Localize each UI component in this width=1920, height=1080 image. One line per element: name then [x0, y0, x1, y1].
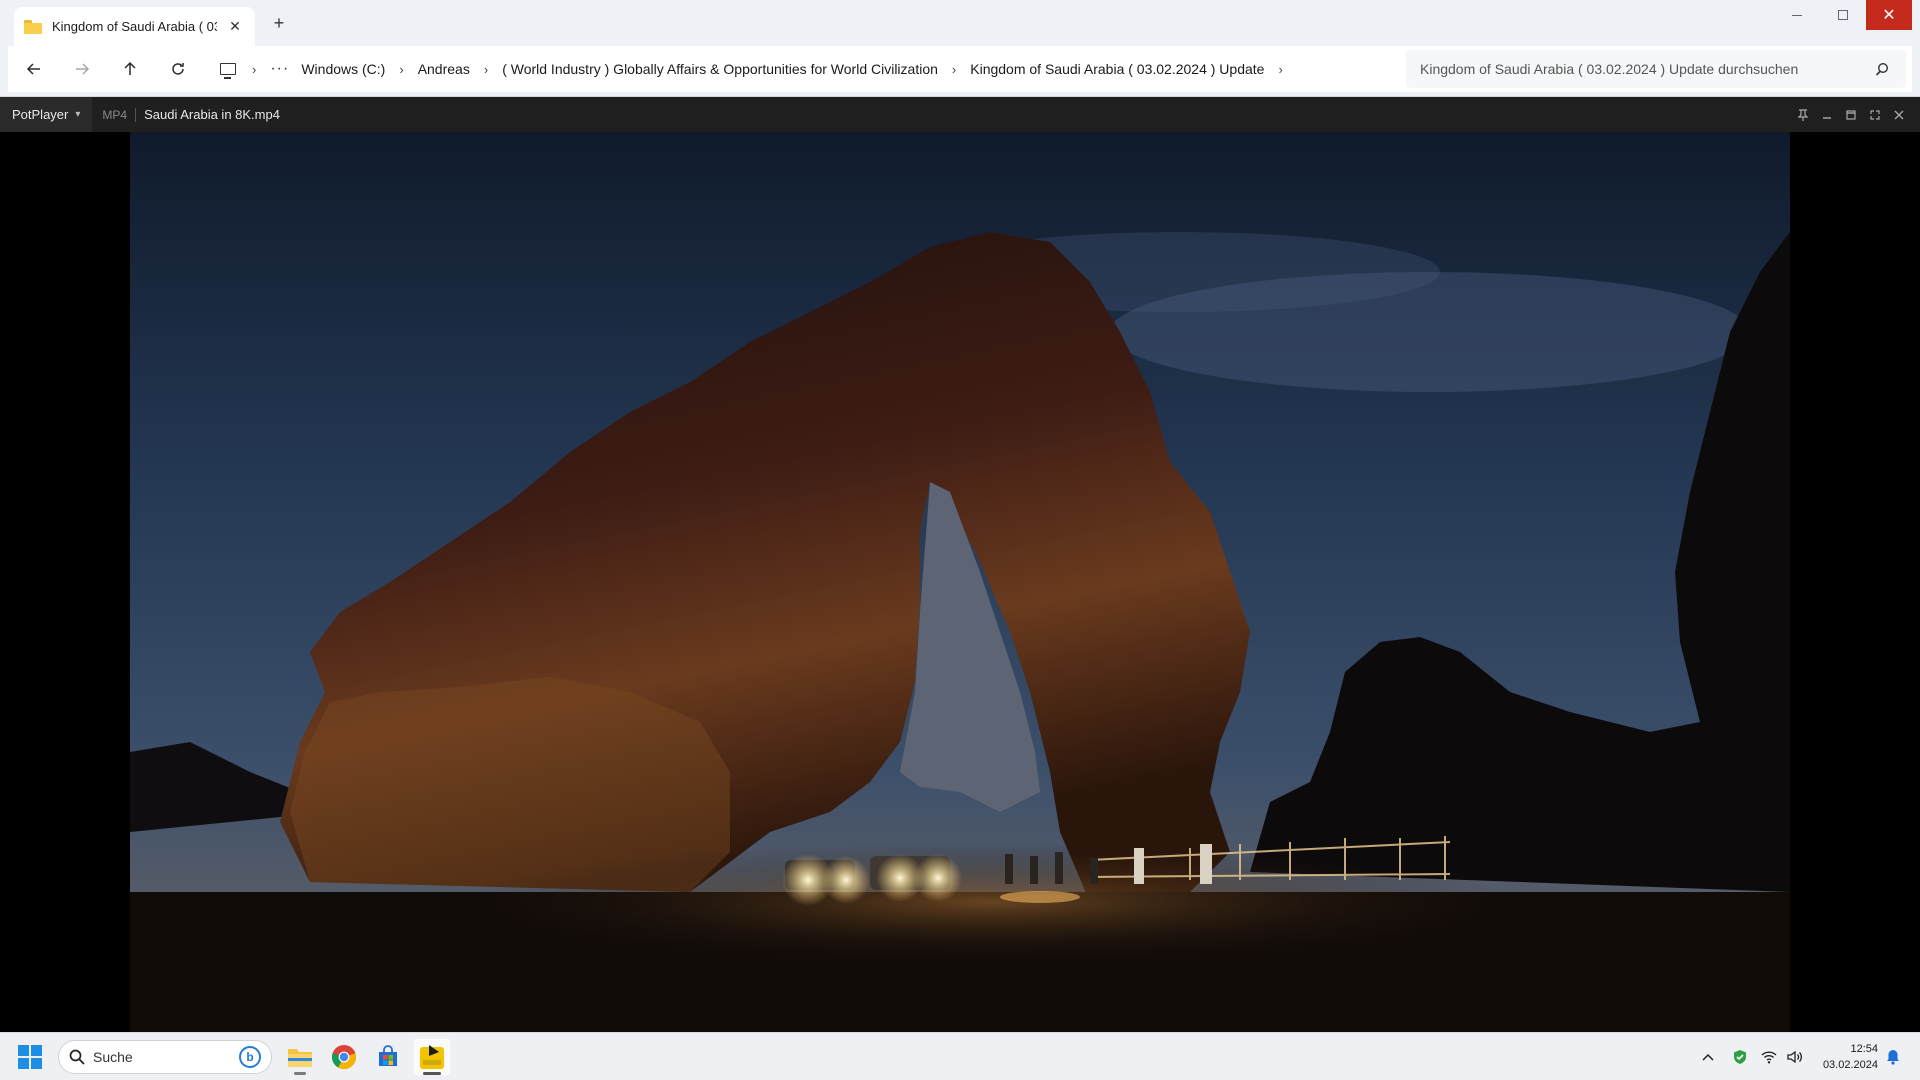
bing-icon[interactable]: b — [239, 1046, 261, 1068]
notifications-button[interactable] — [1882, 1033, 1904, 1080]
clock-date: 03.02.2024 — [1822, 1059, 1878, 1071]
file-explorer-icon — [288, 1049, 312, 1067]
taskbar-potplayer[interactable] — [414, 1039, 450, 1075]
bell-icon — [1887, 1050, 1899, 1065]
start-button[interactable] — [18, 1045, 42, 1069]
pin-on-top-button[interactable] — [1791, 97, 1815, 132]
more-crumbs-icon[interactable]: ··· — [264, 60, 295, 78]
tab-close-icon[interactable]: ✕ — [225, 18, 245, 35]
close-icon — [1894, 110, 1904, 119]
player-minimize-button[interactable] — [1815, 97, 1839, 132]
chrome-icon — [332, 1045, 356, 1069]
up-arrow-icon — [124, 61, 136, 75]
tab-kingdom-saudi-arabia[interactable]: Kingdom of Saudi Arabia ( 03.02.2024 ) U… — [14, 7, 255, 46]
folder-icon — [24, 19, 42, 34]
video-frame[interactable] — [130, 132, 1790, 1032]
potplayer-menu-button[interactable]: PotPlayer ▾ — [0, 97, 93, 132]
file-explorer-window: Kingdom of Saudi Arabia ( 03.02.2024 ) U… — [0, 0, 1920, 97]
taskbar-clock[interactable]: 12:54 03.02.2024 — [1808, 1041, 1878, 1073]
search-icon — [69, 1049, 85, 1065]
windows-logo-icon — [18, 1045, 29, 1056]
video-scene — [130, 132, 1790, 1032]
this-pc-icon[interactable] — [220, 63, 236, 79]
minimize-icon — [1792, 14, 1802, 16]
breadcrumb-item-drive[interactable]: Windows (C:) — [295, 61, 391, 77]
chevron-right-icon[interactable]: › — [944, 62, 964, 77]
chevron-up-icon — [1702, 1053, 1714, 1061]
speaker-icon — [1787, 1050, 1802, 1064]
taskbar-chrome[interactable] — [326, 1039, 362, 1075]
player-close-button[interactable] — [1887, 97, 1911, 132]
chevron-right-icon[interactable]: › — [476, 62, 496, 77]
store-icon — [379, 1045, 397, 1066]
minimize-button[interactable] — [1774, 0, 1820, 30]
breadcrumb-item-current-folder[interactable]: Kingdom of Saudi Arabia ( 03.02.2024 ) U… — [964, 61, 1270, 77]
potplayer-window: PotPlayer ▾ MP4 Saudi Arabia in 8K.mp4 — [0, 97, 1920, 1032]
chevron-right-icon[interactable]: › — [244, 62, 264, 77]
wifi-icon — [1761, 1051, 1777, 1064]
up-button[interactable] — [110, 51, 150, 87]
pin-icon — [1798, 108, 1808, 121]
fullscreen-icon — [1870, 109, 1880, 120]
taskbar-file-explorer[interactable] — [282, 1039, 318, 1075]
potplayer-icon — [420, 1045, 444, 1069]
folder-search-box[interactable] — [1406, 50, 1906, 88]
chevron-right-icon[interactable]: › — [1270, 62, 1290, 77]
taskbar-search-label: Suche — [93, 1049, 133, 1065]
running-indicator — [294, 1072, 306, 1075]
shield-check-icon — [1734, 1050, 1746, 1064]
volume-tray-button[interactable] — [1784, 1033, 1806, 1080]
minimize-icon — [1823, 116, 1831, 119]
clock-time: 12:54 — [1850, 1043, 1878, 1055]
chevron-down-icon: ▾ — [75, 109, 81, 120]
refresh-button[interactable] — [158, 51, 198, 87]
breadcrumb: › ··· Windows (C:) › Andreas › ( World I… — [212, 51, 1398, 87]
tab-strip: Kingdom of Saudi Arabia ( 03.02.2024 ) U… — [0, 0, 1920, 46]
active-indicator — [423, 1072, 441, 1075]
refresh-icon — [172, 63, 184, 75]
maximize-button[interactable] — [1820, 0, 1866, 30]
forward-arrow-icon — [76, 63, 90, 75]
potplayer-label: PotPlayer — [12, 107, 69, 122]
divider — [135, 107, 137, 122]
navigation-bar: › ··· Windows (C:) › Andreas › ( World I… — [8, 46, 1912, 92]
maximize-icon — [1838, 10, 1848, 20]
back-button[interactable] — [14, 51, 54, 87]
forward-button[interactable] — [62, 51, 102, 87]
maximize-icon — [1846, 109, 1856, 120]
tab-title: Kingdom of Saudi Arabia ( 03.02.2024 ) U… — [52, 19, 217, 34]
wifi-tray-button[interactable] — [1758, 1033, 1780, 1080]
player-maximize-button[interactable] — [1839, 97, 1863, 132]
chevron-right-icon[interactable]: › — [391, 62, 411, 77]
show-hidden-icons-button[interactable] — [1696, 1033, 1720, 1080]
back-arrow-icon — [26, 63, 40, 75]
player-title-bar: PotPlayer ▾ MP4 Saudi Arabia in 8K.mp4 — [0, 97, 1920, 132]
player-fullscreen-button[interactable] — [1863, 97, 1887, 132]
new-tab-button[interactable]: + — [268, 12, 290, 34]
taskbar: Suche b 12:54 03.02.2024 — [0, 1032, 1920, 1080]
security-tray-button[interactable] — [1728, 1033, 1752, 1080]
file-format-label: MP4 — [102, 107, 128, 122]
close-window-button[interactable]: ✕ — [1866, 0, 1912, 30]
breadcrumb-item-world-industry[interactable]: ( World Industry ) Globally Affairs & Op… — [496, 61, 944, 77]
taskbar-microsoft-store[interactable] — [370, 1039, 406, 1075]
breadcrumb-item-user[interactable]: Andreas — [412, 61, 476, 77]
search-input[interactable] — [1420, 61, 1872, 77]
search-icon[interactable] — [1872, 59, 1892, 79]
video-file-title: Saudi Arabia in 8K.mp4 — [144, 107, 280, 122]
taskbar-search-box[interactable]: Suche b — [58, 1040, 272, 1074]
